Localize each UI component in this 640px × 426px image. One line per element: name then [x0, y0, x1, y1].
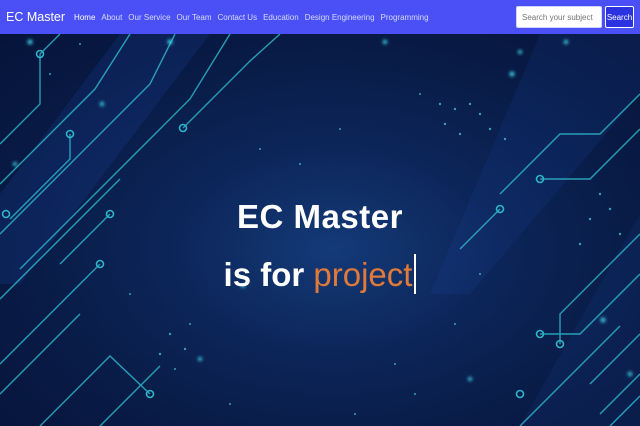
typing-cursor [414, 254, 417, 294]
nav-link-programming[interactable]: Programming [381, 13, 429, 22]
nav-link-education[interactable]: Education [263, 13, 299, 22]
typed-word: project [313, 256, 413, 293]
top-navbar: EC Master Home About Our Service Our Tea… [0, 0, 640, 34]
hero-title: EC Master [237, 198, 403, 235]
search-button[interactable]: Search [605, 6, 634, 28]
nav-link-contact-us[interactable]: Contact Us [218, 13, 258, 22]
brand-logo[interactable]: EC Master [6, 10, 65, 24]
hero-subtitle-prefix: is for [223, 256, 305, 293]
search-form: Search [516, 6, 634, 28]
nav-link-our-team[interactable]: Our Team [177, 13, 212, 22]
hero-subtitle: is for project [0, 254, 640, 294]
nav-link-design-engineering[interactable]: Design Engineering [305, 13, 375, 22]
nav-link-home[interactable]: Home [74, 13, 95, 22]
nav-links: Home About Our Service Our Team Contact … [74, 13, 434, 22]
search-input[interactable] [516, 6, 602, 28]
nav-link-our-service[interactable]: Our Service [128, 13, 170, 22]
hero-section: EC Master is for project [0, 34, 640, 426]
nav-link-about[interactable]: About [101, 13, 122, 22]
